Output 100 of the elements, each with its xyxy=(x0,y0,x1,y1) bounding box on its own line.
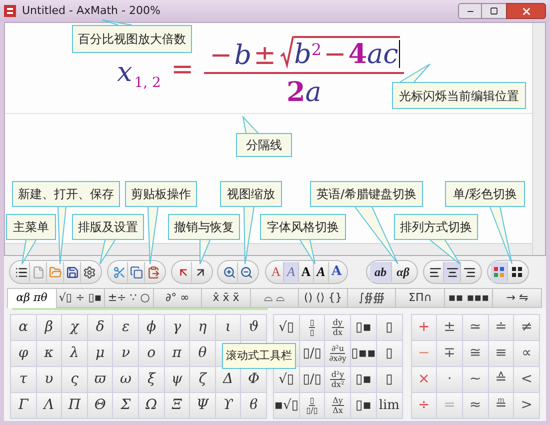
symbol-button[interactable]: ± xyxy=(437,315,463,341)
template-button[interactable]: Δy Δx xyxy=(325,393,352,419)
symbol-button[interactable]: β xyxy=(36,315,62,341)
symbol-button[interactable]: Θ xyxy=(88,393,114,419)
palette-tab[interactable]: x̂ x̄ x̃ xyxy=(201,288,251,308)
symbol-button[interactable]: ο xyxy=(139,341,165,367)
symbol-button[interactable]: Σ xyxy=(113,393,139,419)
symbol-button[interactable]: Δ xyxy=(216,367,242,393)
template-button[interactable]: ∂²u ∂x∂y xyxy=(325,341,352,367)
symbol-button[interactable]: Λ xyxy=(36,393,62,419)
symbol-button[interactable]: ζ xyxy=(190,367,216,393)
palette-tab[interactable]: ▪▪ ▪▪▪ xyxy=(444,288,494,308)
math-symbol: − xyxy=(324,40,346,68)
template-button[interactable]: ▯ xyxy=(376,341,402,367)
symbol-button[interactable]: × xyxy=(412,367,438,393)
template-button[interactable]: ▯ ▯/▯ xyxy=(300,393,326,419)
toolbar-button[interactable] xyxy=(221,262,238,282)
symbol-button[interactable]: υ xyxy=(36,367,62,393)
symbol-button[interactable]: ∓ xyxy=(437,341,463,367)
symbol-button[interactable]: · xyxy=(437,367,463,393)
template-button[interactable]: ▯ ▯ xyxy=(300,315,326,341)
symbol-button[interactable]: Π xyxy=(62,393,88,419)
symbol-button[interactable]: ∼ xyxy=(462,367,489,393)
template-button[interactable]: ▪√▯ xyxy=(274,393,300,419)
symbol-button[interactable]: ν xyxy=(113,341,139,367)
symbol-button[interactable]: ε xyxy=(113,315,139,341)
toolbar-button[interactable] xyxy=(444,262,461,282)
symbol-button[interactable]: Ξ xyxy=(164,393,190,419)
palette-tab[interactable]: ±÷ ∵ ○ xyxy=(104,288,154,308)
palette-tab[interactable]: → ⇋ xyxy=(492,288,542,308)
palette-tab[interactable]: ∫∯∰ xyxy=(346,288,396,308)
symbol-button[interactable]: ϒ xyxy=(216,393,242,419)
math-symbol: b xyxy=(234,42,252,69)
symbol-button[interactable]: ≡ xyxy=(488,341,514,367)
palette-tab[interactable]: √▯ ÷ ▯▪ xyxy=(56,288,106,308)
symbol-button[interactable]: η xyxy=(190,315,216,341)
palette-tab[interactable]: ⌓ ⌓ xyxy=(250,288,300,308)
symbol-button[interactable]: + xyxy=(412,315,438,341)
palette-tab[interactable]: ΣΠ∩ xyxy=(395,288,445,308)
template-button[interactable]: √▯ xyxy=(274,367,300,393)
symbol-button[interactable]: Ψ xyxy=(190,393,216,419)
symbol-button[interactable]: θ xyxy=(190,341,216,367)
symbol-button[interactable]: κ xyxy=(36,341,62,367)
symbol-button[interactable]: π xyxy=(164,341,190,367)
symbol-button[interactable]: λ xyxy=(62,341,88,367)
toolbar-button[interactable] xyxy=(13,262,30,282)
symbol-button[interactable]: > xyxy=(514,393,540,419)
symbol-button[interactable]: Ω xyxy=(139,393,165,419)
close-button[interactable] xyxy=(506,3,546,19)
symbol-button[interactable]: ≐ xyxy=(488,315,514,341)
font-style-button[interactable]: A xyxy=(284,262,299,282)
symbol-button[interactable]: < xyxy=(514,367,540,393)
symbol-button[interactable]: ≈ xyxy=(462,393,489,419)
symbol-button[interactable]: δ xyxy=(88,315,114,341)
template-button[interactable]: ▯/▯ xyxy=(300,367,326,393)
symbol-button[interactable]: α xyxy=(11,315,37,341)
toolbar-button[interactable] xyxy=(64,262,81,282)
vertical-scrollbar[interactable] xyxy=(532,23,545,255)
template-button[interactable]: ▯ xyxy=(376,367,402,393)
template-button[interactable]: ▯▪ xyxy=(351,393,377,419)
symbol-button[interactable]: ≙ xyxy=(488,367,514,393)
template-button[interactable]: lim xyxy=(376,393,402,419)
symbol-button[interactable]: ϕ xyxy=(139,315,165,341)
symbol-button[interactable]: μ xyxy=(88,341,114,367)
symbol-button[interactable]: ϑ xyxy=(241,315,267,341)
symbol-button[interactable]: ϐ xyxy=(241,393,267,419)
symbol-button[interactable]: ϖ xyxy=(88,367,114,393)
keyboard-button[interactable]: αβ xyxy=(392,262,414,282)
symbol-button[interactable]: Φ xyxy=(241,367,267,393)
symbol-button[interactable]: ι xyxy=(216,315,242,341)
template-button[interactable]: ▯ xyxy=(376,315,402,341)
template-button[interactable]: ▯▪▪ xyxy=(351,341,377,367)
keyboard-button[interactable]: ab xyxy=(370,262,392,282)
template-button[interactable]: ▯▪ xyxy=(351,367,377,393)
template-button[interactable]: d²y dx² xyxy=(325,367,352,393)
symbol-button[interactable]: γ xyxy=(164,315,190,341)
symbol-button[interactable]: χ xyxy=(62,315,88,341)
maximize-button[interactable] xyxy=(482,3,506,19)
symbol-button[interactable]: ≃ xyxy=(462,315,489,341)
symbol-button[interactable]: Γ xyxy=(11,393,37,419)
symbol-button[interactable]: ∝ xyxy=(514,341,540,367)
symbol-button[interactable]: φ xyxy=(11,341,37,367)
symbol-button[interactable]: ξ xyxy=(139,367,165,393)
symbol-button[interactable]: ψ xyxy=(164,367,190,393)
template-button[interactable]: ▯/▯ xyxy=(300,341,326,367)
template-button[interactable]: √▯ xyxy=(274,315,300,341)
symbol-button[interactable]: τ xyxy=(11,367,37,393)
symbol-button[interactable]: ≞ xyxy=(488,393,514,419)
template-button[interactable]: ▯▪ xyxy=(351,315,377,341)
symbol-button[interactable]: ≅ xyxy=(462,341,489,367)
font-style-button[interactable]: A xyxy=(329,262,344,282)
palette-tab[interactable]: ∂° ∞ xyxy=(152,288,202,308)
symbol-button[interactable]: ς xyxy=(62,367,88,393)
symbol-button[interactable]: ÷ xyxy=(412,393,438,419)
callout-label: 视图缩放 xyxy=(220,181,282,207)
palette-tab[interactable]: () ⟨⟩ {} xyxy=(298,288,348,308)
palette-tab[interactable]: αβ πθ xyxy=(7,288,57,308)
template-button[interactable]: dy dx xyxy=(325,315,352,341)
symbol-button[interactable]: ω xyxy=(113,367,139,393)
symbol-button[interactable]: ≠ xyxy=(514,315,540,341)
